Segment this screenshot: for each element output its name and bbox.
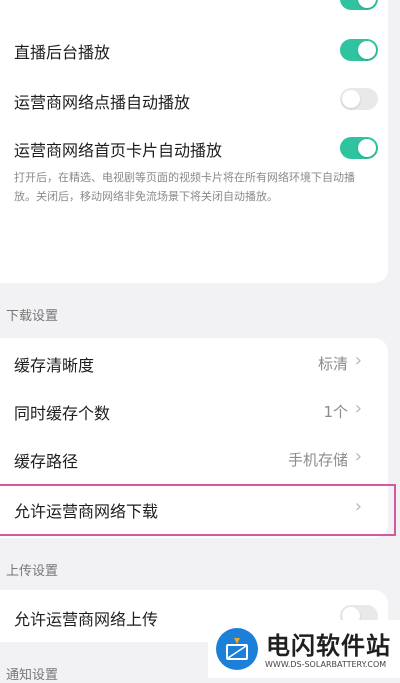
brand-logo-icon xyxy=(216,628,258,670)
chevron-right-icon: › xyxy=(354,398,362,419)
download-section-title: 下载设置 xyxy=(6,309,59,324)
autoplay-description: 打开后，在精选、电视剧等页面的视频卡片将在所有网络环境下自动播放。关闭后，移动网… xyxy=(14,171,355,203)
live-background-play-row[interactable]: 直播后台播放 xyxy=(0,26,388,74)
concurrent-cache-count-value: 1个 xyxy=(323,403,348,421)
top-partial-toggle[interactable] xyxy=(340,0,378,10)
carrier-vod-autoplay-label: 运营商网络点播自动播放 xyxy=(14,93,191,112)
cache-path-row[interactable]: 缓存路径 手机存储 › xyxy=(0,434,388,482)
cache-quality-label: 缓存清晰度 xyxy=(14,356,95,375)
cache-quality-value: 标清 xyxy=(317,355,348,373)
watermark-brand-text: 电闪软件站 xyxy=(266,632,391,660)
chevron-right-icon: › xyxy=(354,446,362,467)
watermark-logo: 电闪软件站 WWW.DS-SOLARBATTERY.COM xyxy=(208,620,400,678)
chevron-right-icon: › xyxy=(354,350,362,371)
carrier-home-card-autoplay-row[interactable]: 运营商网络首页卡片自动播放 xyxy=(0,124,388,172)
playback-settings-card: 直播后台播放 运营商网络点播自动播放 运营商网络首页卡片自动播放 打开后，在精选… xyxy=(0,0,388,283)
carrier-vod-autoplay-row[interactable]: 运营商网络点播自动播放 xyxy=(0,76,388,124)
carrier-home-card-autoplay-toggle[interactable] xyxy=(340,137,378,159)
playback-row-top-partial[interactable] xyxy=(0,0,388,22)
live-background-play-toggle[interactable] xyxy=(340,39,378,61)
cache-path-value: 手机存储 xyxy=(287,451,348,469)
concurrent-cache-count-label: 同时缓存个数 xyxy=(14,404,111,423)
carrier-download-highlight-box xyxy=(0,484,396,536)
carrier-upload-label: 允许运营商网络上传 xyxy=(14,610,159,629)
carrier-home-card-autoplay-label: 运营商网络首页卡片自动播放 xyxy=(14,141,223,160)
notify-section-title: 通知设置 xyxy=(6,668,59,683)
cache-quality-row[interactable]: 缓存清晰度 标清 › xyxy=(0,338,388,386)
watermark-url-text: WWW.DS-SOLARBATTERY.COM xyxy=(265,660,387,669)
live-background-play-label: 直播后台播放 xyxy=(14,43,111,62)
concurrent-cache-count-row[interactable]: 同时缓存个数 1个 › xyxy=(0,386,388,434)
upload-section-title: 上传设置 xyxy=(6,564,59,579)
cache-path-label: 缓存路径 xyxy=(14,452,79,471)
carrier-vod-autoplay-toggle[interactable] xyxy=(340,88,378,110)
